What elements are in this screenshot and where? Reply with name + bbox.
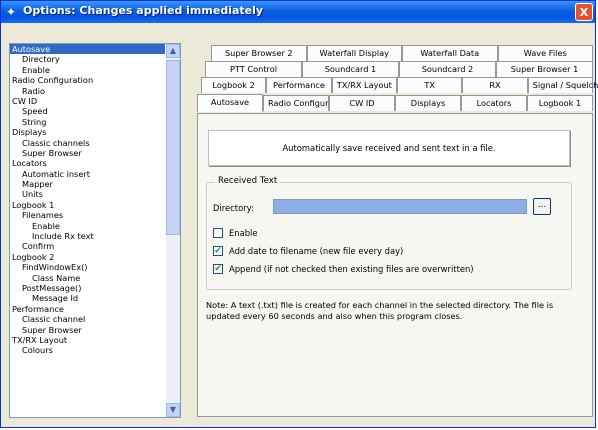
tab-row-1: Super Browser 2 Waterfall Display Waterfal…: [211, 45, 593, 61]
tab-ptt-control[interactable]: PTT Control: [205, 61, 302, 77]
add-date-checkbox-label: Add date to filename (new file every day…: [229, 246, 404, 256]
tab-logbook-2[interactable]: Logbook 2: [201, 77, 267, 93]
enable-checkbox-row[interactable]: Enable: [213, 227, 258, 239]
note-text: Note: A text (.txt) file is created for …: [206, 300, 554, 321]
tree-item[interactable]: Class Name: [10, 273, 165, 283]
options-window: ✦ Options: Changes applied immediately X…: [0, 0, 598, 428]
options-tree[interactable]: Autosave Directory Enable Radio Configurati…: [9, 43, 181, 418]
directory-field[interactable]: [273, 199, 527, 214]
tab-row-4: Autosave Radio Configuration CW ID Displays…: [197, 94, 593, 112]
add-date-checkbox-row[interactable]: ✔ Add date to filename (new file every d…: [213, 245, 403, 257]
add-date-checkbox[interactable]: ✔: [213, 246, 223, 256]
tree-item[interactable]: String: [10, 117, 165, 127]
scroll-down-button[interactable]: ▼: [166, 403, 180, 417]
tree-item[interactable]: Logbook 1: [10, 200, 165, 210]
append-checkbox[interactable]: ✔: [213, 264, 223, 274]
tree-item[interactable]: PostMessage(): [10, 283, 165, 293]
tree-item[interactable]: Displays: [10, 127, 165, 137]
close-button[interactable]: X: [575, 3, 593, 21]
tab-tx-rx-layout[interactable]: TX/RX Layout: [331, 77, 397, 93]
tab-logbook-1[interactable]: Logbook 1: [527, 95, 593, 111]
tab-wave-files[interactable]: Wave Files: [497, 45, 593, 61]
tree-item[interactable]: Colours: [10, 345, 165, 355]
tab-soundcard-1[interactable]: Soundcard 1: [302, 61, 399, 77]
browse-button[interactable]: ...: [533, 198, 551, 215]
tab-performance[interactable]: Performance: [266, 77, 332, 93]
tree-item[interactable]: Radio: [10, 86, 165, 96]
tree-item[interactable]: Enable: [10, 221, 165, 231]
tab-locators[interactable]: Locators: [461, 95, 527, 111]
tree-item[interactable]: Filenames: [10, 210, 165, 220]
tree-item[interactable]: Directory: [10, 54, 165, 64]
tree-item[interactable]: Classic channel: [10, 314, 165, 324]
tree-item[interactable]: Automatic insert: [10, 169, 165, 179]
tab-rx[interactable]: RX: [462, 77, 528, 93]
tree-item[interactable]: Include Rx text: [10, 231, 165, 241]
group-title: Received Text: [215, 176, 281, 186]
tree-item[interactable]: Radio Configuration: [10, 75, 165, 85]
received-text-group: Received Text Directory: ... Enable ✔ Ad…: [206, 176, 572, 290]
tree-item[interactable]: Message Id: [10, 293, 165, 303]
directory-label: Directory:: [213, 203, 254, 213]
tree-item[interactable]: TX/RX Layout: [10, 335, 165, 345]
tab-signal-squelch[interactable]: Signal / Squelch: [527, 77, 598, 93]
tab-waterfall-data[interactable]: Waterfall Data: [402, 45, 498, 61]
tree-item[interactable]: Logbook 2: [10, 252, 165, 262]
tab-autosave[interactable]: Autosave: [197, 94, 263, 112]
tab-waterfall-display[interactable]: Waterfall Display: [306, 45, 402, 61]
tab-super-browser-1[interactable]: Super Browser 1: [496, 61, 593, 77]
scroll-up-button[interactable]: ▲: [166, 44, 180, 58]
tree-item[interactable]: Enable: [10, 65, 165, 75]
tree-item[interactable]: Units: [10, 189, 165, 199]
tree-item[interactable]: Performance: [10, 304, 165, 314]
tree-item[interactable]: Classic channels: [10, 138, 165, 148]
tree-item[interactable]: Autosave: [10, 44, 165, 55]
info-banner: Automatically save received and sent tex…: [208, 130, 570, 166]
app-icon: ✦: [6, 5, 17, 19]
autosave-panel: Automatically save received and sent tex…: [197, 113, 593, 417]
enable-checkbox[interactable]: [213, 228, 223, 238]
tree-item[interactable]: Mapper: [10, 179, 165, 189]
append-checkbox-row[interactable]: ✔ Append (if not checked then existing f…: [213, 263, 474, 275]
tree-items: Autosave Directory Enable Radio Configurati…: [10, 44, 165, 356]
tab-cw-id[interactable]: CW ID: [329, 95, 395, 111]
scroll-thumb[interactable]: [166, 60, 180, 235]
tab-soundcard-2[interactable]: Soundcard 2: [399, 61, 496, 77]
tree-item[interactable]: CW ID: [10, 96, 165, 106]
tab-displays[interactable]: Displays: [395, 95, 461, 111]
tree-item[interactable]: Speed: [10, 106, 165, 116]
append-checkbox-label: Append (if not checked then existing fil…: [229, 264, 474, 274]
tab-tx[interactable]: TX: [396, 77, 463, 93]
tree-item[interactable]: FindWindowEx(): [10, 262, 165, 272]
tree-item[interactable]: Locators: [10, 158, 165, 168]
tab-row-3: Logbook 2 Performance TX/RX Layout TX RX Sign…: [201, 77, 598, 93]
tab-radio-configuration[interactable]: Radio Configuration: [263, 95, 349, 111]
title-bar[interactable]: ✦ Options: Changes applied immediately X: [1, 1, 595, 23]
tree-scrollbar[interactable]: ▲ ▼: [166, 44, 180, 417]
enable-checkbox-label: Enable: [229, 228, 258, 238]
tree-item[interactable]: Super Browser: [10, 148, 165, 158]
tab-row-2: PTT Control Soundcard 1 Soundcard 2 Super B…: [205, 61, 593, 77]
window-title: Options: Changes applied immediately: [23, 4, 264, 17]
tree-item[interactable]: Super Browser: [10, 325, 165, 335]
tab-super-browser-2[interactable]: Super Browser 2: [211, 45, 307, 61]
tree-item[interactable]: Confirm: [10, 241, 165, 251]
